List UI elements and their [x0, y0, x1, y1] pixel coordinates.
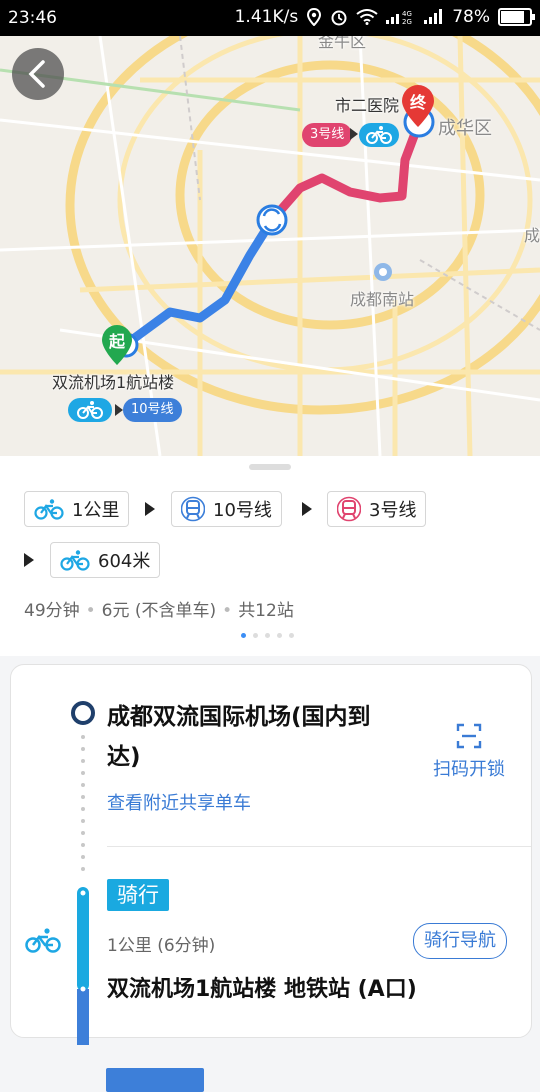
segment-line-3[interactable]: 3号线	[327, 491, 427, 527]
route-duration: 49分钟	[24, 601, 80, 621]
start-marker-label: 起	[108, 332, 125, 351]
segment-label: 10号线	[213, 500, 272, 521]
map-chip-line10: 10号线	[123, 398, 182, 422]
bike-icon	[366, 126, 392, 144]
battery-percent: 78%	[452, 7, 490, 27]
signal-4g-icon: 4G 2G	[386, 10, 412, 25]
battery-icon	[498, 8, 535, 26]
map-chip-bike-end	[359, 123, 399, 147]
ride-tag: 骑行	[107, 879, 169, 911]
bike-icon	[77, 401, 103, 419]
bike-icon	[60, 550, 90, 571]
scan-icon	[456, 723, 482, 749]
scan-unlock-button[interactable]: 扫码开锁	[429, 723, 509, 781]
segment-arrow	[145, 502, 155, 516]
map-chip-arrow-start	[115, 404, 123, 416]
segment-bike-2[interactable]: 604米	[50, 542, 161, 578]
chevron-left-icon	[28, 60, 45, 88]
next-line-tag	[106, 1068, 204, 1092]
start-marker[interactable]: 起	[100, 324, 134, 366]
end-marker-label: 终	[409, 93, 426, 112]
map-background	[0, 36, 540, 456]
page-dot	[253, 633, 258, 638]
bike-icon	[34, 499, 64, 520]
map-label-chenghua: 成华区	[438, 118, 492, 139]
page-indicator[interactable]	[241, 633, 294, 638]
segment-label: 1公里	[72, 500, 120, 521]
bike-icon	[25, 928, 61, 953]
svg-text:4G: 4G	[402, 10, 412, 18]
segment-label: 604米	[98, 551, 151, 572]
network-speed: 1.41K/s	[234, 7, 299, 27]
page-dot	[277, 633, 282, 638]
metro-icon	[337, 496, 361, 522]
map-label-south-station: 成都南站	[350, 290, 415, 309]
map-chip-arrow	[350, 128, 358, 140]
wifi-icon	[356, 9, 378, 25]
segment-arrow	[302, 502, 312, 516]
route-meta: 49分钟 • 6元 (不含单车) • 共12站	[24, 601, 294, 621]
map-label-start-place: 双流机场1航站楼	[52, 373, 175, 392]
divider	[107, 846, 531, 847]
page-dot-active	[241, 633, 246, 638]
map-label-edge: 成	[524, 226, 540, 245]
start-station-line1: 成都双流国际机场(国内到	[107, 704, 371, 730]
scan-unlock-label: 扫码开锁	[433, 759, 505, 780]
signal-bars-icon	[424, 9, 443, 24]
page-dot	[289, 633, 294, 638]
status-time: 23:46	[8, 8, 57, 28]
route-detail-card: 成都双流国际机场(国内到 达) 查看附近共享单车 扫码开锁 骑行 1公里 (6分…	[10, 664, 532, 1045]
segment-line-10[interactable]: 10号线	[171, 491, 282, 527]
ride-navigation-button[interactable]: 骑行导航	[413, 923, 507, 959]
metro-icon	[181, 496, 205, 522]
map-label-top-district: 金牛区	[318, 36, 367, 51]
segment-bike-1[interactable]: 1公里	[24, 491, 130, 527]
ride-destination: 双流机场1航站楼 地铁站 (A口)	[107, 977, 417, 1002]
segment-label: 3号线	[369, 500, 417, 521]
timeline	[71, 701, 95, 1045]
map-chip-bike-start	[68, 398, 112, 422]
map-label-hospital: 市二医院	[335, 96, 400, 115]
status-icons: 1.41K/s 4G 2G 78%	[234, 7, 535, 27]
location-icon	[307, 8, 322, 26]
segment-arrow	[24, 553, 34, 567]
route-summary-sheet: 1公里 10号线 3号线 604米 49分钟 • 6元 (不含单车) • 共12…	[0, 456, 540, 656]
sheet-drag-handle[interactable]	[249, 464, 291, 470]
back-button[interactable]	[12, 48, 64, 100]
route-price: 6元 (不含单车)	[101, 601, 217, 621]
nearby-bikes-link[interactable]: 查看附近共享单车	[107, 789, 251, 815]
status-bar: 23:46 1.41K/s 4G 2G 78%	[0, 0, 540, 36]
page-dot	[265, 633, 270, 638]
start-station-title: 成都双流国际机场(国内到 达)	[107, 697, 417, 777]
svg-text:2G: 2G	[402, 18, 412, 25]
route-stops: 共12站	[238, 601, 294, 621]
map-chip-line3: 3号线	[302, 123, 353, 147]
alarm-icon	[331, 10, 347, 26]
ride-distance-time: 1公里 (6分钟)	[107, 936, 216, 956]
route-map[interactable]: 金牛区 市二医院 成华区 成都南站 双流机场1航站楼 成 起 终 3号线 10号…	[0, 36, 540, 456]
start-station-line2: 达)	[107, 744, 141, 770]
end-marker[interactable]: 终	[400, 84, 436, 128]
